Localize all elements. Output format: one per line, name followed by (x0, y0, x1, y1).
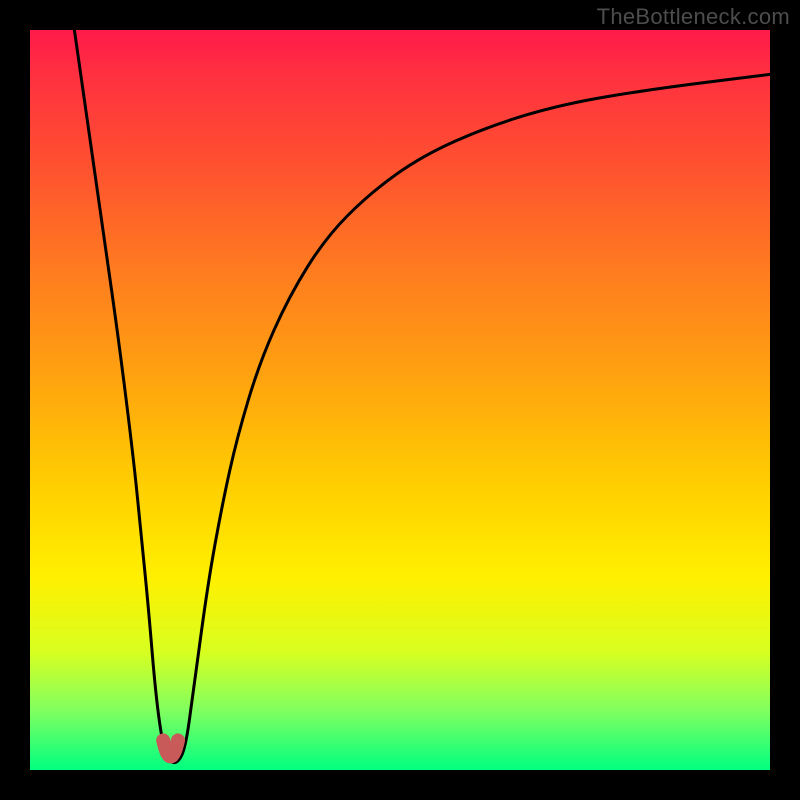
min-marker (163, 740, 178, 756)
bottleneck-curve (30, 30, 770, 770)
curve-path (74, 30, 770, 763)
chart-frame: TheBottleneck.com (0, 0, 800, 800)
watermark-text: TheBottleneck.com (597, 4, 790, 30)
plot-area (30, 30, 770, 770)
